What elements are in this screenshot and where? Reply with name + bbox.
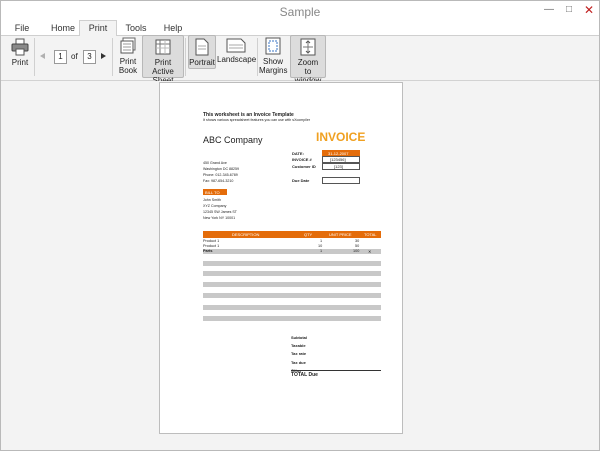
ribbon-separator <box>112 38 113 76</box>
preview-page: This worksheet is an Invoice Template It… <box>159 82 403 434</box>
print-ribbon: Print 1 of 3 Print Book Print Active Por… <box>1 35 599 85</box>
print-active-sheet-button[interactable]: Print Active Sheet <box>142 35 184 85</box>
ribbon-separator <box>185 38 186 76</box>
maximize-button[interactable]: □ <box>561 3 577 17</box>
summary-tax-rate: Tax rate <box>291 351 307 357</box>
row-qty: 1 <box>320 239 323 243</box>
menu-file[interactable]: File <box>9 21 35 35</box>
customer-id-label: Customer ID <box>292 164 316 169</box>
company-address: 450 Grand Ave Washington DC 88259 Phone:… <box>203 160 239 184</box>
total-due-label: TOTAL Due <box>291 372 318 378</box>
customer-id-value: [123] <box>334 164 343 169</box>
due-date-cell <box>322 177 360 184</box>
empty-row-shaded <box>203 293 381 298</box>
print-active-sheet-icon <box>155 39 171 55</box>
print-book-icon <box>120 37 136 54</box>
header-total: TOTAL <box>364 232 377 237</box>
print-book-button[interactable]: Print Book <box>116 37 140 75</box>
show-margins-label-1: Show <box>262 57 283 66</box>
empty-row-shaded <box>203 305 381 310</box>
empty-row-shaded <box>203 316 381 321</box>
bill-to-label: BILL TO <box>205 190 220 195</box>
page-total-field: 3 <box>83 50 96 64</box>
summary-labels: Subtotal Taxable Tax rate Tax due Other <box>291 334 307 375</box>
margins-icon <box>265 37 281 55</box>
landscape-page-icon <box>226 38 246 53</box>
total-divider <box>291 370 381 371</box>
row-description: Product 1 <box>203 244 220 248</box>
header-description: DESCRIPTION <box>232 232 260 237</box>
row-total: ✕ <box>368 250 372 254</box>
row-qty: 10 <box>318 244 323 248</box>
landscape-label: Landscape <box>217 55 257 64</box>
show-margins-label-2: Margins <box>259 66 288 75</box>
previous-page-arrow-icon[interactable] <box>38 52 46 60</box>
print-active-sheet-label-1: Print <box>154 58 172 67</box>
header-qty: QTY <box>304 232 313 237</box>
company-name: ABC Company <box>203 135 263 145</box>
print-label: Print <box>11 58 29 67</box>
portrait-page-icon <box>195 38 209 56</box>
page-number-input[interactable]: 1 <box>54 50 67 64</box>
app-window: Sample — □ ✕ File Home Print Tools Help … <box>0 0 600 451</box>
summary-subtotal: Subtotal <box>291 335 307 340</box>
row-description: Product 1 <box>203 239 220 243</box>
row-price: 50 <box>355 244 360 248</box>
summary-taxable: Taxable <box>291 343 306 349</box>
items-table-header <box>203 231 381 238</box>
empty-row-shaded <box>203 271 381 276</box>
window-title: Sample <box>279 5 321 19</box>
portrait-button[interactable]: Portrait <box>188 35 216 69</box>
row-price: 30 <box>355 239 360 243</box>
row-qty: 1 <box>320 249 323 253</box>
zoom-to-window-button[interactable]: Zoom to window <box>290 35 326 85</box>
minimize-button[interactable]: — <box>541 3 557 17</box>
zoom-label-1: Zoom <box>297 58 319 67</box>
next-page-arrow-icon[interactable] <box>100 52 108 60</box>
due-date-label: Due Date <box>292 178 310 183</box>
print-preview-area[interactable]: This worksheet is an Invoice Template It… <box>1 81 599 450</box>
landscape-button[interactable]: Landscape <box>217 38 257 64</box>
close-button[interactable]: ✕ <box>581 3 597 17</box>
portrait-label: Portrait <box>189 58 215 67</box>
menu-print[interactable]: Print <box>79 20 117 37</box>
invoice-title: INVOICE <box>316 130 366 144</box>
empty-row-shaded <box>203 282 381 287</box>
menu-bar: File Home Print Tools Help <box>1 20 599 37</box>
title-bar: Sample — □ ✕ <box>1 1 599 21</box>
ribbon-separator <box>34 38 35 76</box>
row-description: Parts <box>203 249 213 253</box>
page-of-label: of <box>71 52 78 61</box>
print-book-label-1: Print <box>119 57 137 66</box>
header-unit-price: UNIT PRICE <box>329 232 352 237</box>
ribbon-separator <box>257 38 258 76</box>
printer-icon <box>11 38 29 56</box>
menu-tools[interactable]: Tools <box>121 21 151 35</box>
empty-row-shaded <box>203 261 381 266</box>
bill-to-address: John Smith XYZ Company 12345 SW James ST… <box>203 197 237 221</box>
print-button[interactable]: Print <box>7 38 33 67</box>
bill-to-line: New York NY 10001 <box>203 216 236 220</box>
invoice-number-label: INVOICE # <box>292 157 312 162</box>
row-price: 100 <box>353 249 360 253</box>
address-line: Fax: 987-654-3210 <box>203 179 234 183</box>
menu-home[interactable]: Home <box>46 21 80 35</box>
preview-subheading: It shows various spreadsheet features yo… <box>203 118 311 122</box>
zoom-to-window-icon <box>300 38 316 56</box>
date-label: DATE: <box>292 151 304 156</box>
print-book-label-2: Book <box>118 66 138 75</box>
invoice-number-value: [123456] <box>330 157 346 162</box>
summary-tax-due: Tax due <box>291 359 306 365</box>
show-margins-button[interactable]: Show Margins <box>259 37 287 75</box>
menu-help[interactable]: Help <box>159 21 187 35</box>
